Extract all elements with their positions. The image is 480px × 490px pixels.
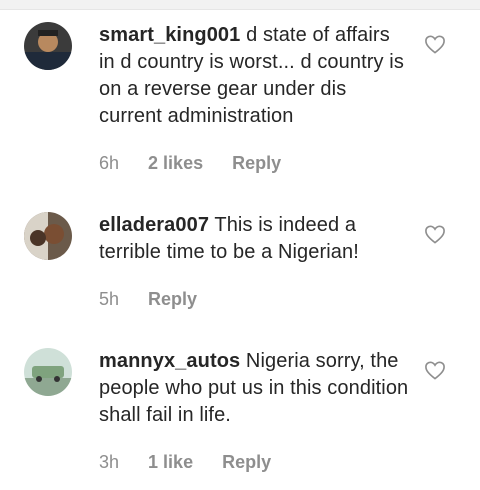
reply-button[interactable]: Reply [148, 289, 197, 310]
top-divider [0, 0, 480, 10]
avatar[interactable] [24, 22, 72, 70]
comment-likes[interactable]: 1 like [148, 452, 193, 473]
avatar[interactable] [24, 348, 72, 396]
comment-username[interactable]: smart_king001 [99, 24, 240, 46]
comment-meta: 5h Reply [99, 289, 197, 310]
heart-outline-icon[interactable] [424, 34, 446, 54]
comment-body: mannyx_autos Nigeria sorry, the people w… [99, 348, 409, 429]
comment-body: elladera007 This is indeed a terrible ti… [99, 212, 409, 266]
heart-outline-icon[interactable] [424, 360, 446, 380]
avatar[interactable] [24, 212, 72, 260]
comment-username[interactable]: elladera007 [99, 214, 209, 236]
reply-button[interactable]: Reply [232, 153, 281, 174]
comment-time: 3h [99, 452, 120, 472]
comment-username[interactable]: mannyx_autos [99, 350, 240, 372]
comment-time: 5h [99, 289, 120, 309]
comment-likes[interactable]: 2 likes [148, 153, 203, 174]
comment-time: 6h [99, 153, 120, 173]
comment-meta: 6h 2 likes Reply [99, 153, 281, 174]
comment-meta: 3h 1 like Reply [99, 452, 271, 473]
comment-body: smart_king001 d state of affairs in d co… [99, 22, 409, 130]
reply-button[interactable]: Reply [222, 452, 271, 473]
heart-outline-icon[interactable] [424, 224, 446, 244]
